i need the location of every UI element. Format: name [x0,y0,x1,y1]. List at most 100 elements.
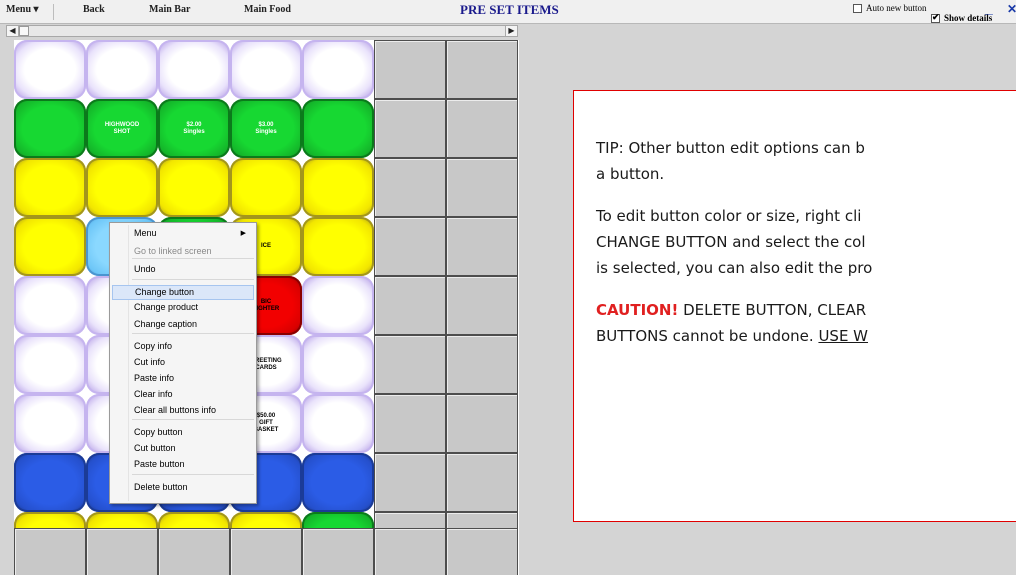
grid-button[interactable] [302,453,374,512]
tip-text: TIP: Other button edit options can b a bu… [596,135,1016,365]
show-details-checkbox[interactable]: Show details [931,12,992,24]
scroll-left-icon[interactable]: ◀ [7,26,19,36]
empty-grid-cell[interactable] [446,158,518,217]
menu-item-label: Change button [135,287,195,297]
menu-item-delete-button[interactable]: Delete button [112,480,254,495]
empty-grid-cell[interactable] [374,40,446,99]
grid-button[interactable] [14,453,86,512]
menu-item-label: Clear info [134,389,173,399]
scrollbar-thumb[interactable] [19,26,29,36]
empty-grid-cell[interactable] [446,394,518,453]
grid-button[interactable] [230,158,302,217]
grid-button[interactable] [14,99,86,158]
empty-grid-cell[interactable] [446,217,518,276]
grid-button[interactable] [302,335,374,394]
grid-button[interactable] [158,40,230,99]
scroll-right-icon[interactable]: ▶ [505,26,517,36]
menu-separator [132,419,254,420]
empty-grid-cell[interactable] [14,528,86,575]
grid-button[interactable] [302,158,374,217]
grid-button[interactable] [86,158,158,217]
empty-grid-cell[interactable] [446,528,518,575]
empty-grid-cell[interactable] [374,99,446,158]
grid-button[interactable] [158,158,230,217]
tip-line: is selected, you can also edit the pro [596,259,873,277]
menu-item-label: Copy button [134,427,183,437]
empty-grid-cell[interactable] [446,335,518,394]
empty-grid-cell[interactable] [374,453,446,512]
menu-item-label: Menu [134,228,157,238]
empty-grid-cell[interactable] [446,99,518,158]
empty-grid-cell[interactable] [374,276,446,335]
button-grid: HIGHWOOD SHOT $2.00 Singles $3.00 Singles I… [14,40,519,575]
empty-grid-cell[interactable] [302,528,374,575]
screen-title: PRE SET ITEMS [460,2,559,17]
grid-button-label: HIGHWOOD SHOT [104,121,140,135]
grid-button[interactable] [302,394,374,453]
main-food-button[interactable]: Main Food [244,4,291,15]
empty-grid-cell[interactable] [374,394,446,453]
empty-grid-cell[interactable] [86,528,158,575]
menu-item-change-caption[interactable]: Change caption [112,317,254,332]
menu-item-copy-info[interactable]: Copy info [112,339,254,354]
grid-button[interactable] [14,158,86,217]
menu-item-clear-info[interactable]: Clear info [112,387,254,402]
tip-line: DELETE BUTTON, CLEAR [678,301,867,319]
menu-item-undo[interactable]: Undo [112,262,254,277]
menu-item-label: Change caption [134,319,198,329]
tip-line: a button. [596,165,665,183]
menu-item-label: Cut info [134,357,166,367]
grid-button[interactable]: $2.00 Singles [158,99,230,158]
tip-line: CHANGE BUTTON and select the col [596,233,866,251]
grid-button-label: $50.00 GIFT BASKET [253,413,279,433]
menu-item-change-button[interactable]: Change button [112,285,254,300]
menu-item-paste-info[interactable]: Paste info [112,371,254,386]
grid-button[interactable] [302,276,374,335]
empty-grid-cell[interactable] [374,528,446,575]
menu-item-label: Paste info [134,373,175,383]
grid-button[interactable] [14,40,86,99]
menu-item-menu[interactable]: Menu ▶ [112,226,254,241]
empty-grid-cell[interactable] [446,40,518,99]
grid-button[interactable] [14,276,86,335]
grid-button[interactable] [86,40,158,99]
empty-grid-cell[interactable] [374,335,446,394]
empty-grid-cell[interactable] [374,158,446,217]
menu-item-label: Change product [134,302,199,312]
close-icon[interactable]: ✕ [1007,2,1016,16]
grid-button[interactable] [230,40,302,99]
checkbox-box[interactable] [853,4,862,14]
auto-new-button-checkbox[interactable]: Auto new button [853,3,927,14]
menu-item-cut-info[interactable]: Cut info [112,355,254,370]
grid-button[interactable]: HIGHWOOD SHOT [86,99,158,158]
top-toolbar: Menu ▾ Back Main Bar Main Food PRE SET I… [0,0,1016,24]
grid-button[interactable] [302,99,374,158]
empty-grid-cell[interactable] [230,528,302,575]
menu-item-copy-button[interactable]: Copy button [112,425,254,440]
grid-button[interactable] [14,217,86,276]
back-button[interactable]: Back [83,4,105,15]
checkbox-box-checked[interactable] [931,12,940,24]
menu-item-paste-button[interactable]: Paste button [112,457,254,472]
grid-button[interactable] [14,394,86,453]
grid-button[interactable] [14,335,86,394]
main-bar-button[interactable]: Main Bar [149,4,190,15]
grid-button-label: ICE [260,243,271,249]
grid-button[interactable] [302,217,374,276]
horizontal-scrollbar[interactable]: ◀ ▶ [6,25,518,37]
grid-button[interactable] [302,40,374,99]
menu-dropdown[interactable]: Menu ▾ [6,4,39,15]
menu-item-clear-all-buttons-info[interactable]: Clear all buttons info [112,403,254,418]
menu-item-cut-button[interactable]: Cut button [112,441,254,456]
empty-grid-cell[interactable] [374,217,446,276]
tip-box: TIP: Other button edit options can b a bu… [573,90,1016,522]
grid-button-label: $3.00 Singles [255,121,277,135]
grid-button[interactable]: $3.00 Singles [230,99,302,158]
empty-grid-cell[interactable] [158,528,230,575]
caution-label: CAUTION! [596,301,679,319]
menu-item-change-product[interactable]: Change product [112,300,254,315]
empty-grid-cell[interactable] [446,453,518,512]
menu-separator [132,333,254,334]
empty-grid-cell[interactable] [446,276,518,335]
menu-item-go-to-linked-screen[interactable]: Go to linked screen [112,244,254,259]
